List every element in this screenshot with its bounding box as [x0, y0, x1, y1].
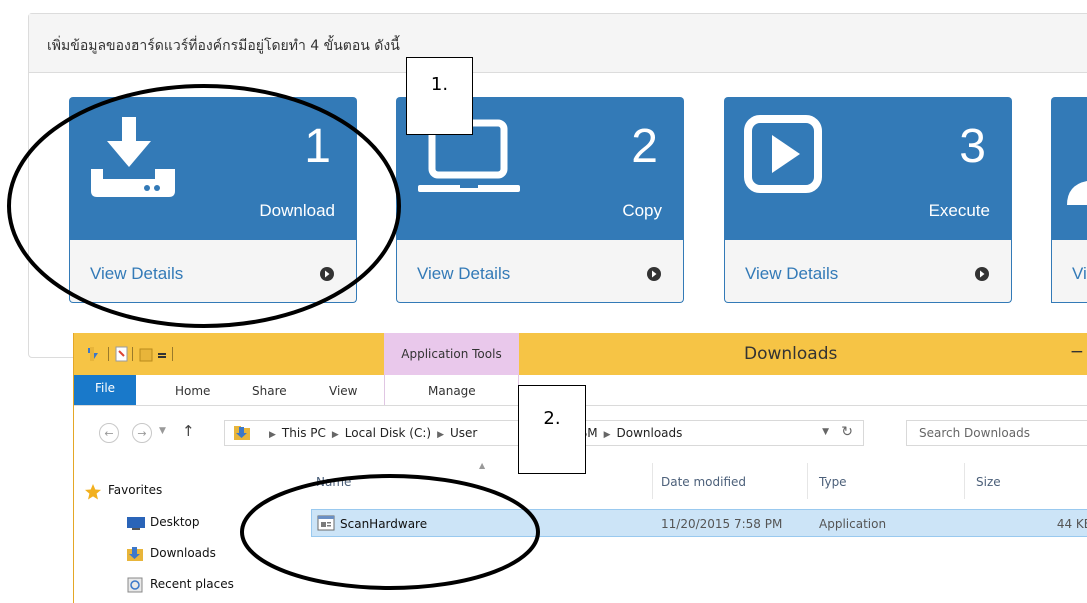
- highlight-ellipse-download: [7, 84, 401, 328]
- highlight-ellipse-scanhardware: [240, 474, 540, 590]
- annotation-overlay: [7, 84, 540, 590]
